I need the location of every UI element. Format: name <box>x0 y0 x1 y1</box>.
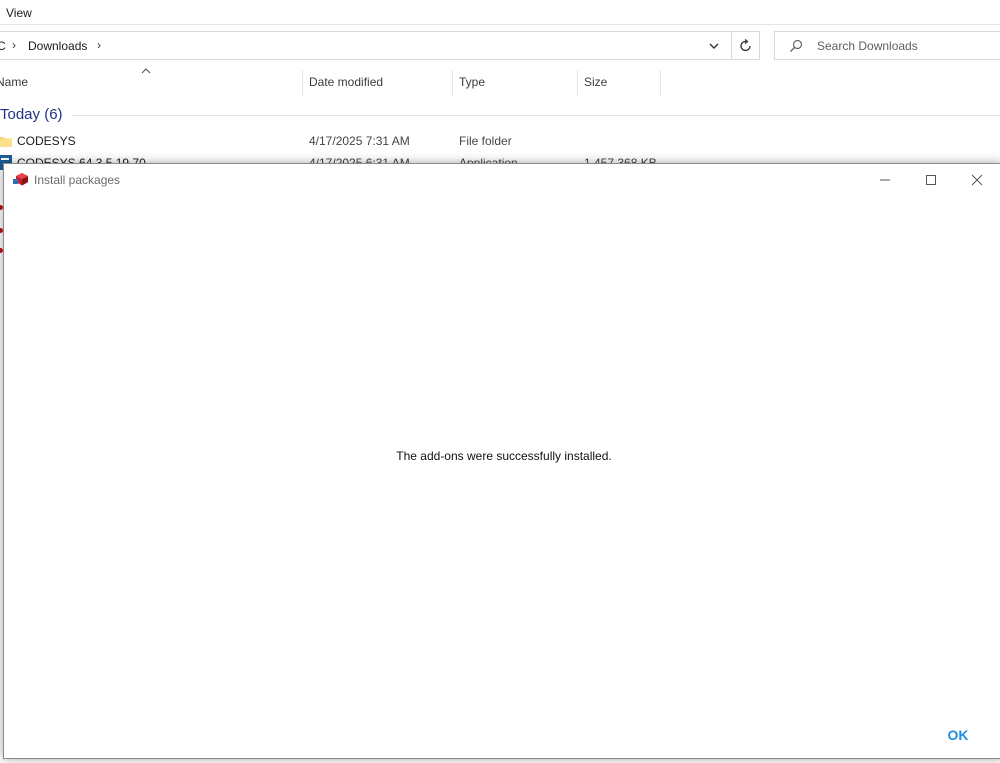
column-header-label: Type <box>459 75 486 89</box>
address-bar[interactable]: C › Downloads › <box>0 31 760 60</box>
package-icon <box>13 172 29 187</box>
column-header-label: Date modified <box>309 75 384 89</box>
close-icon <box>971 174 983 186</box>
file-row[interactable]: CODESYS 4/17/2025 7:31 AM File folder <box>0 131 1000 153</box>
maximize-button[interactable] <box>907 164 953 194</box>
group-divider <box>72 115 1000 116</box>
search-box[interactable] <box>774 31 1000 60</box>
dialog-title: Install packages <box>34 173 121 187</box>
column-header-label: Size <box>584 75 608 89</box>
ribbon-tab-view[interactable]: View <box>6 6 32 20</box>
dialog-titlebar[interactable]: Install packages <box>4 164 1000 194</box>
breadcrumb-downloads[interactable]: Downloads <box>28 39 87 53</box>
breadcrumb-separator[interactable]: › <box>97 38 101 52</box>
column-header-name[interactable]: Name <box>0 70 300 96</box>
column-header-label: Name <box>0 75 29 89</box>
ribbon-bar: View <box>0 0 1000 25</box>
ok-button[interactable]: OK <box>934 724 982 746</box>
install-packages-dialog: Install packages The add-ons were succes… <box>3 163 1000 759</box>
file-type: File folder <box>459 134 512 148</box>
chevron-down-icon[interactable] <box>704 38 724 54</box>
search-icon <box>789 39 803 53</box>
column-header-date-modified[interactable]: Date modified <box>303 70 451 96</box>
group-header-today[interactable]: Today (6) <box>0 106 63 123</box>
search-input[interactable] <box>817 38 997 54</box>
file-name: CODESYS <box>17 134 76 148</box>
refresh-icon[interactable] <box>735 36 757 56</box>
folder-icon <box>0 134 12 148</box>
success-message: The add-ons were successfully installed. <box>396 449 612 463</box>
column-header-type[interactable]: Type <box>453 70 576 96</box>
file-date: 4/17/2025 7:31 AM <box>309 134 410 148</box>
breadcrumb-root[interactable]: C <box>0 39 6 53</box>
close-button[interactable] <box>953 164 999 194</box>
address-divider <box>731 32 732 59</box>
breadcrumb-separator[interactable]: › <box>12 38 16 52</box>
column-header-size[interactable]: Size <box>578 70 660 96</box>
column-divider[interactable] <box>660 70 661 96</box>
minimize-button[interactable] <box>861 164 907 194</box>
